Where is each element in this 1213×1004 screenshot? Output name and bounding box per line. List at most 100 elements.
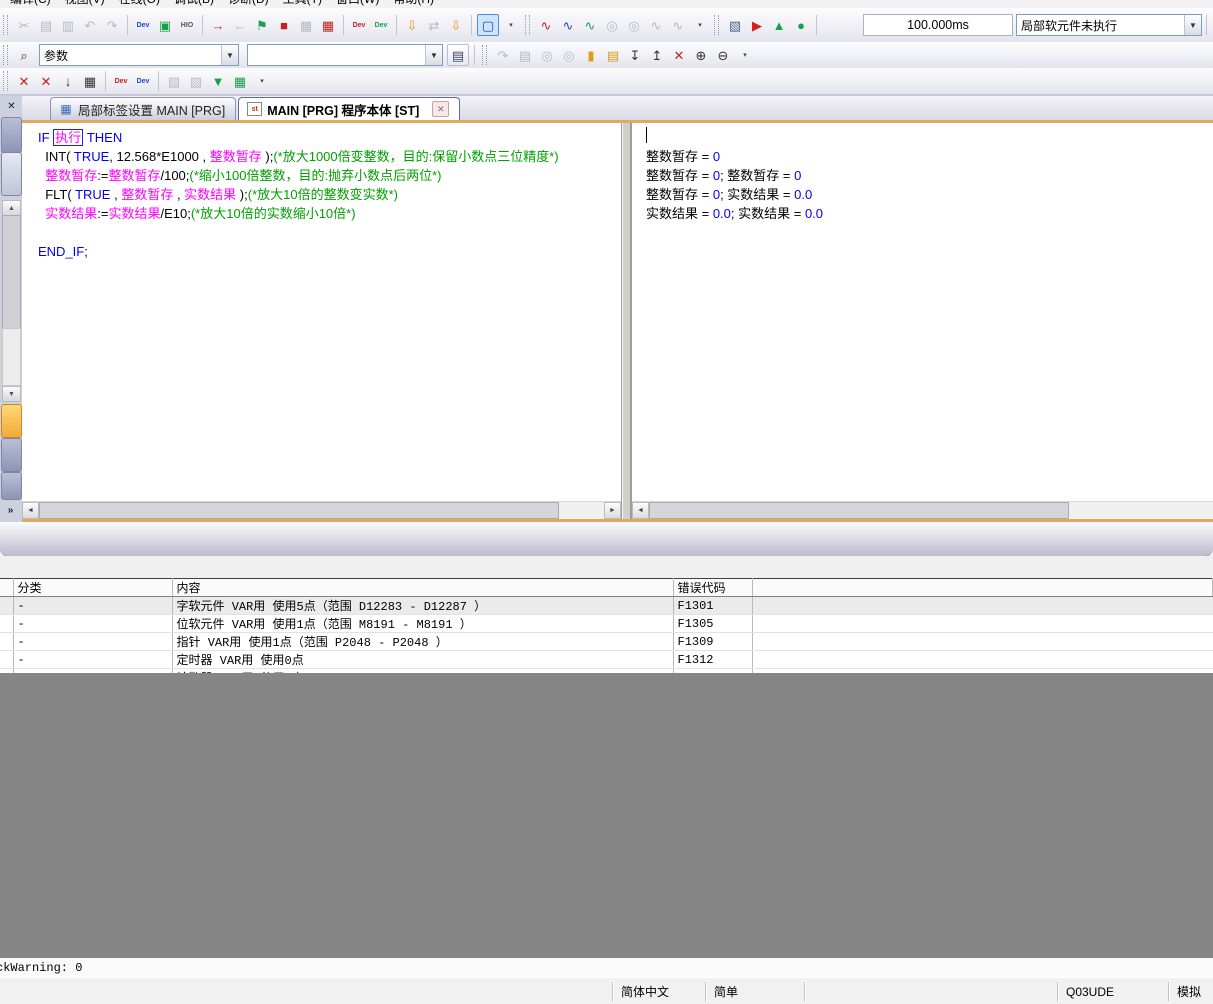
screen-find-icon[interactable]: ▣ <box>155 15 175 35</box>
monitor-hscrollbar[interactable]: ◄ <box>632 501 1213 519</box>
result-row[interactable]: -定时器 VAR用 使用0点F1312 <box>0 651 1213 669</box>
copy-icon[interactable]: ▤ <box>36 15 56 35</box>
menu-item[interactable]: 视图(V) <box>65 0 105 7</box>
toolbar-grip[interactable] <box>3 71 8 91</box>
device-search-icon[interactable]: ◎ <box>537 45 557 65</box>
scroll-right-icon[interactable]: ► <box>604 502 621 519</box>
program-check-icon[interactable]: ⇩ <box>402 15 422 35</box>
pane-splitter[interactable] <box>622 123 631 519</box>
toolbar-grip[interactable] <box>3 15 8 35</box>
header-error-code[interactable]: 错误代码 <box>673 579 752 597</box>
binoculars-icon[interactable]: ⌕ <box>14 45 34 65</box>
menu-item[interactable]: 调试(B) <box>174 0 214 7</box>
scrollbar-thumb[interactable] <box>39 502 559 519</box>
toolbar-grip[interactable] <box>714 15 719 35</box>
search-combobox[interactable]: 参数 ▼ <box>39 44 239 66</box>
tab-close-icon[interactable]: ✕ <box>432 101 449 117</box>
device-search-all-icon[interactable]: ◎ <box>559 45 579 65</box>
find-overflow-icon[interactable]: ▾ <box>735 45 755 65</box>
output-panel-header[interactable] <box>0 522 1213 557</box>
label-register-list-icon[interactable]: ▦ <box>230 71 250 91</box>
monitor-pause-icon[interactable]: ▦ <box>296 15 316 35</box>
trace-rising-icon[interactable]: ∿ <box>536 15 556 35</box>
monitor-start-icon[interactable]: ⚑ <box>252 15 272 35</box>
debug-warning-icon[interactable]: ▲ <box>769 15 789 35</box>
scroll-left-icon[interactable]: ◄ <box>22 502 39 519</box>
device-find-icon[interactable]: Dev <box>133 15 153 35</box>
delete-row-icon[interactable]: ✕ <box>669 45 689 65</box>
device-label-delete-icon[interactable]: Dev <box>111 71 131 91</box>
result-row[interactable]: -指针 VAR用 使用1点（范围 P2048 - P2048 ）F1309 <box>0 633 1213 651</box>
header-category[interactable]: 分类 <box>13 579 172 597</box>
scan-time-field[interactable]: 100.000ms <box>863 14 1013 36</box>
scrollbar-thumb[interactable] <box>649 502 1069 519</box>
trace-falling-icon[interactable]: ∿ <box>558 15 578 35</box>
code-pane[interactable]: IF 执行 THEN INT( TRUE, 12.568*E1000 , 整数暂… <box>22 123 622 519</box>
target-combobox[interactable]: ▼ <box>247 44 443 66</box>
toolbar-grip[interactable] <box>525 15 530 35</box>
online-change-icon[interactable]: ⇄ <box>424 15 444 35</box>
menu-item[interactable]: 在线(O) <box>119 0 160 7</box>
trace-watch-start-icon[interactable]: ∿ <box>646 15 666 35</box>
menu-item[interactable]: 工具(T) <box>283 0 322 7</box>
cross-reference-icon[interactable]: ↷ <box>493 45 513 65</box>
panel-segment-1[interactable] <box>1 117 22 153</box>
device-label-list-icon[interactable]: Dev <box>133 71 153 91</box>
toolbar-overflow-icon[interactable]: ▾ <box>501 15 521 35</box>
il-display-icon[interactable]: ▤ <box>603 45 623 65</box>
label-check-icon[interactable]: ✕ <box>14 71 34 91</box>
cross-reference-list-icon[interactable]: ▤ <box>515 45 535 65</box>
device-memory-edit-icon[interactable]: Dev <box>371 15 391 35</box>
zoom-out-icon[interactable]: ⊖ <box>713 45 733 65</box>
trace-overflow-icon[interactable]: ▾ <box>690 15 710 35</box>
simulation-icon[interactable]: ▢ <box>477 14 499 36</box>
selected-segment[interactable] <box>1 404 22 438</box>
header-content[interactable]: 内容 <box>172 579 673 597</box>
label-sort-list-icon[interactable]: ▦ <box>80 71 100 91</box>
monitor-pane[interactable]: 整数暂存 = 0整数暂存 = 0; 整数暂存 = 0整数暂存 = 0; 实数结果… <box>631 123 1213 519</box>
debug-select-icon[interactable]: ▧ <box>725 15 745 35</box>
insert-row-below-icon[interactable]: ↧ <box>625 45 645 65</box>
result-row[interactable]: -字软元件 VAR用 使用5点（范围 D12283 - D12287 ）F130… <box>0 597 1213 615</box>
batch-setting-2-icon[interactable]: ▧ <box>186 71 206 91</box>
label-setting-check-icon[interactable]: ✕ <box>36 71 56 91</box>
write-to-plc-icon[interactable]: → <box>208 15 228 35</box>
tab-main-program-body[interactable]: st MAIN [PRG] 程序本体 [ST] ✕ <box>238 97 460 120</box>
scrollbar-track[interactable] <box>1069 502 1213 519</box>
panel-segment-4[interactable] <box>1 472 22 500</box>
debug-run-icon[interactable]: ▶ <box>747 15 767 35</box>
trace-find-icon[interactable]: ◎ <box>602 15 622 35</box>
toolbar-grip[interactable] <box>3 45 8 65</box>
bookmark-icon[interactable]: ▮ <box>581 45 601 65</box>
scroll-left-icon[interactable]: ◄ <box>632 502 649 519</box>
device-exec-combobox[interactable]: 局部软元件未执行 ▼ <box>1016 14 1202 36</box>
panel-segment-2[interactable] <box>1 152 22 196</box>
panel-segment-3[interactable] <box>1 438 22 472</box>
undo-icon[interactable]: ↶ <box>80 15 100 35</box>
device-memory-monitor-icon[interactable]: Dev <box>349 15 369 35</box>
program-write-icon[interactable]: ⇩ <box>446 15 466 35</box>
toolbar-grip[interactable] <box>482 45 487 65</box>
chevron-down-icon[interactable]: ▼ <box>1184 15 1201 35</box>
insert-row-above-icon[interactable]: ↥ <box>647 45 667 65</box>
expand-icon[interactable]: » <box>1 500 20 520</box>
result-row[interactable]: -位软元件 VAR用 使用1点（范围 M8191 - M8191 ）F1305 <box>0 615 1213 633</box>
redo-icon[interactable]: ↷ <box>102 15 122 35</box>
scroll-down-icon[interactable]: ▼ <box>2 386 21 402</box>
trace-watch-stop-icon[interactable]: ∿ <box>668 15 688 35</box>
trace-step-icon[interactable]: ∿ <box>580 15 600 35</box>
debug-stop-icon[interactable]: ● <box>791 15 811 35</box>
close-icon[interactable]: ✕ <box>4 99 19 114</box>
zoom-in-icon[interactable]: ⊕ <box>691 45 711 65</box>
tab-local-label-setting[interactable]: ▦ 局部标签设置 MAIN [PRG] <box>50 97 236 120</box>
menu-item[interactable]: 诊断(D) <box>228 0 269 7</box>
batch-setting-1-icon[interactable]: ▧ <box>164 71 184 91</box>
code-hscrollbar[interactable]: ◄ ► <box>22 501 621 519</box>
menu-item[interactable]: 编译(C) <box>10 0 51 7</box>
scroll-up-icon[interactable]: ▲ <box>2 200 21 216</box>
cut-icon[interactable]: ✂ <box>14 15 34 35</box>
find-document-icon[interactable]: ▤ <box>447 44 469 66</box>
chevron-down-icon[interactable]: ▼ <box>425 45 442 65</box>
scrollbar-track[interactable] <box>2 328 21 386</box>
scrollbar-thumb[interactable] <box>2 215 21 329</box>
